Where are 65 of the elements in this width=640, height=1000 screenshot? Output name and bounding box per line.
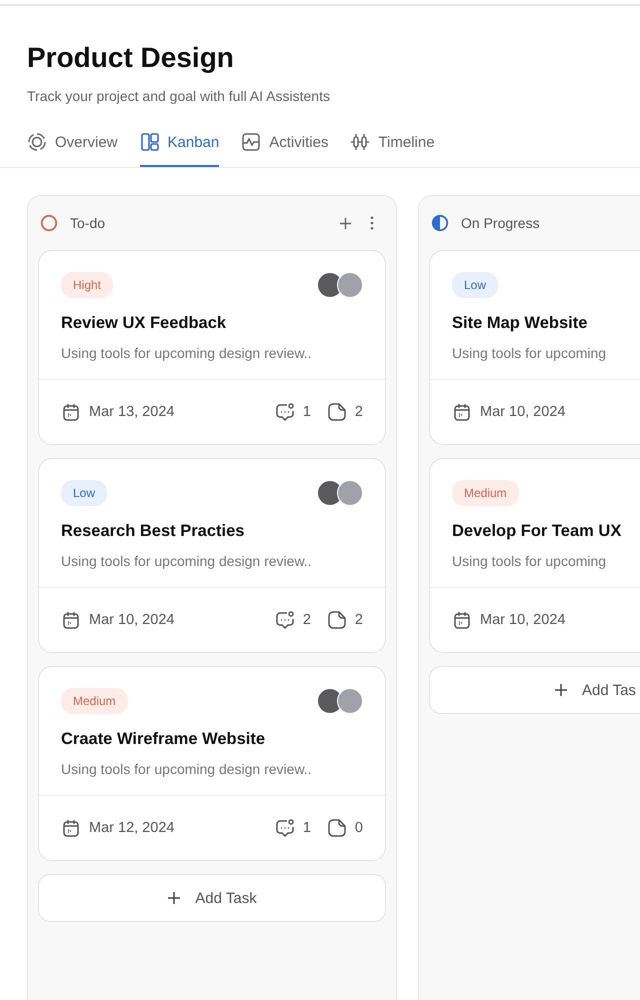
calendar-icon (452, 610, 472, 630)
file-count: 0 (354, 820, 363, 836)
file-count: 2 (354, 404, 363, 420)
add-task-button[interactable]: Add Task (38, 874, 386, 922)
comment-icon (274, 610, 295, 630)
priority-tag: Low (452, 272, 498, 298)
task-description: Using tools for upcoming (452, 553, 608, 569)
task-card[interactable]: Medium Develop For Team UX Using tools for upcoming Mar 10, 2024 (429, 458, 640, 653)
file-icon (326, 402, 347, 422)
comment-icon (274, 402, 295, 422)
page-subtitle: Track your project and goal with full AI Assistents (27, 88, 331, 104)
view-tab[interactable]: Overview (27, 132, 118, 167)
due-date: Mar 13, 2024 (89, 404, 174, 420)
add-icon[interactable] (339, 216, 352, 230)
calendar-icon (61, 610, 81, 630)
add-task-button[interactable]: Add Tas (429, 666, 640, 714)
task-title: Develop For Team UX (452, 522, 622, 541)
view-tab[interactable]: Kanban (140, 132, 220, 167)
file-icon (326, 610, 347, 630)
due-date: Mar 10, 2024 (89, 612, 174, 628)
kanban-icon (140, 132, 160, 152)
task-title: Site Map Website (452, 314, 588, 333)
comment-count: 2 (302, 612, 311, 628)
column-title: To-do (70, 215, 106, 231)
calendar-icon (61, 818, 81, 838)
plus-icon (167, 891, 182, 905)
column-title: On Progress (461, 215, 541, 231)
due-date: Mar 12, 2024 (89, 820, 174, 836)
page-title: Product Design (27, 42, 235, 74)
file-icon (326, 818, 347, 838)
timeline-icon (350, 132, 370, 152)
task-description: Using tools for upcoming design review.. (61, 345, 313, 361)
calendar-icon (61, 402, 81, 422)
task-title: Craate Wireframe Website (61, 730, 266, 749)
file-count: 2 (354, 612, 363, 628)
priority-tag: Hight (61, 272, 114, 298)
status-circle-icon (40, 214, 58, 232)
more-icon[interactable] (370, 216, 374, 230)
task-title: Review UX Feedback (61, 314, 228, 333)
view-tab[interactable]: Activities (241, 132, 328, 167)
task-card[interactable]: Low Site Map Website Using tools for upcoming Mar 10, 2024 (429, 250, 640, 445)
avatar (337, 272, 363, 298)
task-card[interactable]: Medium Craate Wireframe Website Using tools for upcoming design review.. Mar 12, 2024 1 0 (38, 666, 386, 861)
comment-count: 1 (302, 820, 311, 836)
plus-icon (554, 683, 568, 697)
comment-count: 1 (302, 404, 311, 420)
task-description: Using tools for upcoming design review.. (61, 553, 313, 569)
task-card[interactable]: Low Research Best Practies Using tools for upcoming design review.. Mar 10, 2024 2 2 (38, 458, 386, 653)
priority-tag: Low (61, 480, 108, 506)
half-circle-icon (431, 214, 449, 232)
priority-tag: Medium (452, 480, 519, 506)
task-title: Research Best Practies (61, 522, 246, 541)
due-date: Mar 10, 2024 (480, 404, 566, 420)
view-tab[interactable]: Timeline (350, 132, 435, 167)
avatar (337, 480, 363, 506)
avatar (337, 688, 363, 714)
priority-tag: Medium (61, 688, 128, 714)
task-card[interactable]: Hight Review UX Feedback Using tools for upcoming design review.. Mar 13, 2024 1 2 (38, 250, 386, 445)
activity-icon (241, 132, 262, 152)
calendar-icon (452, 402, 472, 422)
comment-icon (274, 818, 295, 838)
due-date: Mar 10, 2024 (480, 612, 566, 628)
task-description: Using tools for upcoming design review.. (61, 761, 313, 777)
ring-icon (27, 132, 47, 152)
task-description: Using tools for upcoming (452, 345, 608, 361)
